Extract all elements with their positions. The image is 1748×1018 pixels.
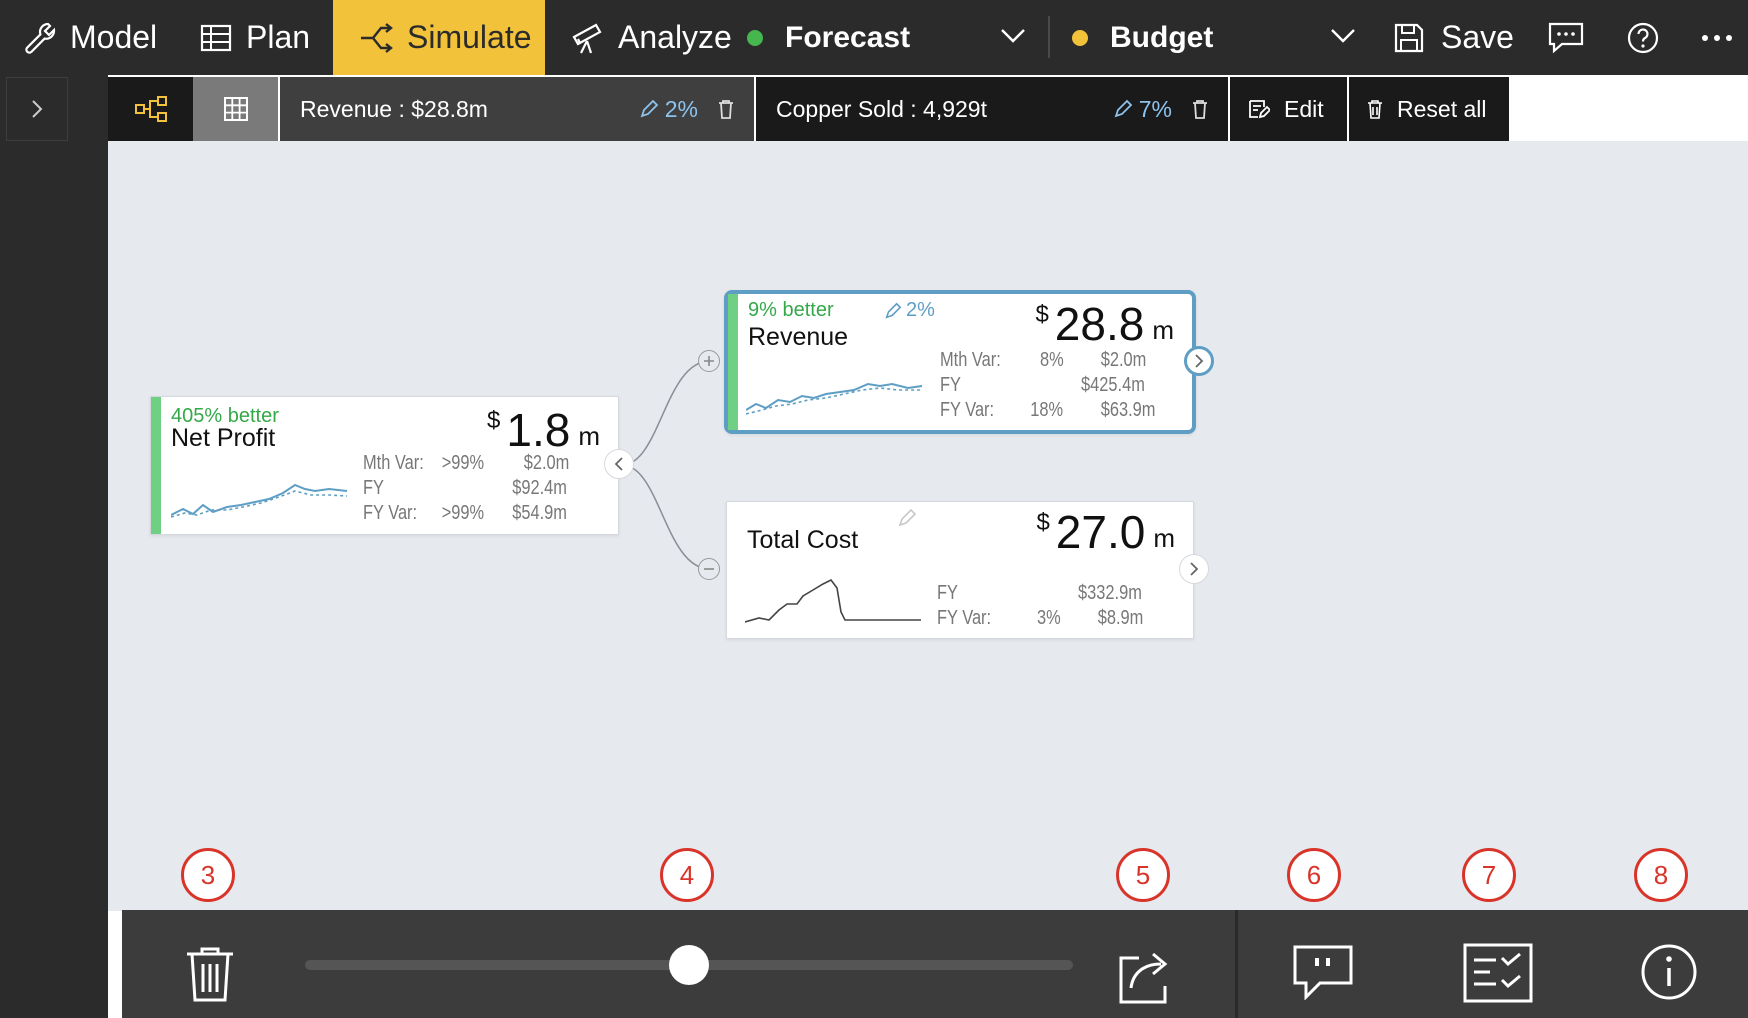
metric-amount: $54.9m [512,502,567,524]
pencil-icon[interactable] [897,508,917,528]
annotation-marker: 5 [1116,848,1170,902]
currency-symbol: $ [1035,301,1049,328]
metric-label: FY [937,582,958,604]
currency-symbol: $ [1036,509,1050,536]
annotation-marker: 8 [1634,848,1688,902]
metric-amount: $92.4m [512,477,567,499]
value-unit: m [1153,523,1175,553]
status-bar [728,294,738,430]
value-number: 27.0 [1055,506,1146,558]
annotation-marker: 6 [1287,848,1341,902]
share-icon[interactable] [1117,946,1177,1006]
connector-revenue [621,360,711,466]
bottom-toolbar [122,910,1748,1018]
pencil-icon [885,302,902,319]
collapse-chevron-left-icon[interactable] [604,449,634,479]
expand-chevron-right-icon[interactable] [1179,554,1209,584]
expand-chevron-right-icon[interactable] [1184,346,1214,376]
card-value: $ 1.8 m [487,403,600,457]
metric-pct: >99% [441,452,485,474]
info-icon[interactable] [1639,942,1699,1002]
value-number: 1.8 [506,404,571,456]
metric-amount: $8.9m [1097,607,1144,629]
edit-change[interactable]: 2% [884,299,935,322]
value-number: 28.8 [1054,298,1145,350]
comment-icon[interactable] [1292,944,1354,1000]
metric-label: FY Var: [363,502,418,524]
metric-pct: 18% [1030,399,1064,421]
card-title: Total Cost [747,526,859,554]
connector-total-cost [621,464,711,570]
metric-label: FY [940,374,961,396]
metric-label: Mth Var: [940,349,1001,371]
collapse-plus-icon[interactable] [698,350,720,372]
card-title: Net Profit [171,424,276,452]
toolbar-divider [1235,910,1238,1018]
annotation-marker: 4 [660,848,714,902]
metric-label: Mth Var: [363,452,424,474]
card-title: Revenue [748,323,849,351]
sparkline [746,382,923,415]
annotation-marker: 7 [1462,848,1516,902]
metric-amount: $63.9m [1100,399,1156,421]
simulation-slider-thumb[interactable] [669,945,709,985]
sparkline [171,483,348,518]
metric-amount: $2.0m [523,452,570,474]
metric-label: FY [363,477,384,499]
better-indicator: 9% better [748,299,834,321]
trash-icon[interactable] [184,946,236,1004]
metric-pct: >99% [441,502,485,524]
metric-pct: 3% [1037,607,1061,629]
checklist-icon[interactable] [1462,942,1534,1004]
collapse-minus-icon[interactable] [698,558,720,580]
total-cost-card[interactable]: Total Cost $ 27.0 m FY $332.9m FY Var: 3… [726,501,1209,639]
net-profit-card[interactable]: 405% better Net Profit $ 1.8 m Mth Var: … [150,396,634,535]
value-unit: m [1152,315,1174,345]
metric-amount: $425.4m [1081,374,1145,396]
sparkline [745,578,921,623]
metric-amount: $2.0m [1100,349,1147,371]
revenue-card[interactable]: 9% better 2% Revenue $ 28.8 m Mth Var: 8… [724,290,1214,434]
card-value: $ 27.0 m [1036,505,1175,559]
currency-symbol: $ [487,407,501,434]
card-value: $ 28.8 m [1035,297,1174,351]
metric-label: FY Var: [940,399,995,421]
metric-pct: 8% [1040,349,1064,371]
edit-pct: 2% [906,299,935,321]
metric-label: FY Var: [937,607,992,629]
value-unit: m [578,421,600,451]
annotation-marker: 3 [181,848,235,902]
status-bar [151,397,161,534]
metric-amount: $332.9m [1078,582,1142,604]
